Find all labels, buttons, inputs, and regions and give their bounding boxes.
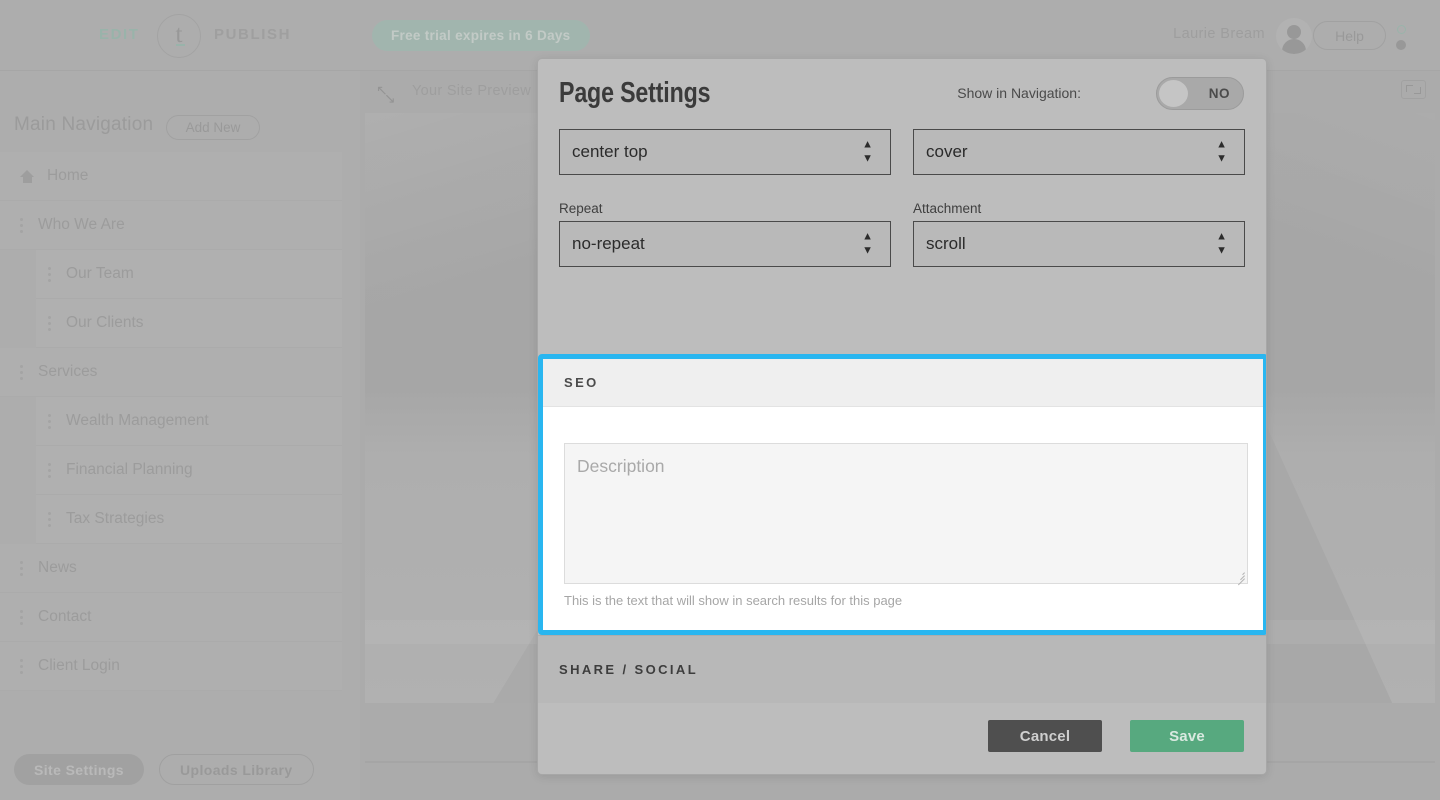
position-select[interactable]: center top ▲▼ (559, 129, 891, 175)
show-in-navigation-label: Show in Navigation: (957, 85, 1081, 101)
app-root: EDIT t PUBLISH Free trial expires in 6 D… (0, 0, 1440, 800)
modal-footer: Cancel Save (538, 703, 1267, 774)
repeat-label: Repeat (559, 201, 891, 216)
field-attachment: Attachment scroll ▲▼ (913, 201, 1245, 267)
toggle-value: NO (1209, 86, 1230, 101)
seo-section: SEO Description This is the text that wi… (538, 354, 1267, 635)
repeat-select-value: no-repeat (572, 234, 645, 254)
seo-section-title: SEO (564, 375, 599, 390)
attachment-select-value: scroll (926, 234, 966, 254)
field-row-repeat-attachment: Repeat no-repeat ▲▼ Attachment scroll ▲▼ (559, 201, 1245, 267)
resize-handle-icon[interactable] (1234, 570, 1245, 581)
page-title: Page Settings (559, 77, 710, 110)
chevron-updown-icon: ▲▼ (862, 232, 873, 257)
toggle-knob (1159, 80, 1188, 107)
modal-header: Page Settings Show in Navigation: NO (538, 59, 1266, 129)
size-select[interactable]: cover ▲▼ (913, 129, 1245, 175)
seo-section-header[interactable]: SEO (543, 359, 1263, 407)
seo-section-body: Description This is the text that will s… (543, 407, 1263, 608)
share-social-title: SHARE / SOCIAL (559, 662, 698, 677)
save-button[interactable]: Save (1130, 720, 1244, 752)
field-repeat: Repeat no-repeat ▲▼ (559, 201, 891, 267)
cancel-button[interactable]: Cancel (988, 720, 1102, 752)
page-settings-modal: Page Settings Show in Navigation: NO cen… (537, 58, 1267, 775)
chevron-updown-icon: ▲▼ (1216, 232, 1227, 257)
chevron-updown-icon: ▲▼ (862, 140, 873, 165)
seo-description-input[interactable]: Description (564, 443, 1248, 584)
position-select-value: center top (572, 142, 648, 162)
field-size: cover ▲▼ (913, 129, 1245, 175)
show-in-navigation-toggle[interactable]: NO (1156, 77, 1244, 110)
repeat-select[interactable]: no-repeat ▲▼ (559, 221, 891, 267)
background-fields: center top ▲▼ cover ▲▼ Repeat no-repeat (538, 129, 1266, 267)
chevron-updown-icon: ▲▼ (1216, 140, 1227, 165)
spacer (559, 175, 1245, 201)
share-social-section[interactable]: SHARE / SOCIAL (538, 635, 1267, 705)
attachment-label: Attachment (913, 201, 1245, 216)
field-position: center top ▲▼ (559, 129, 891, 175)
seo-description-hint: This is the text that will show in searc… (564, 593, 1242, 608)
field-row-position-size: center top ▲▼ cover ▲▼ (559, 129, 1245, 175)
attachment-select[interactable]: scroll ▲▼ (913, 221, 1245, 267)
seo-description-placeholder: Description (577, 456, 665, 477)
size-select-value: cover (926, 142, 968, 162)
